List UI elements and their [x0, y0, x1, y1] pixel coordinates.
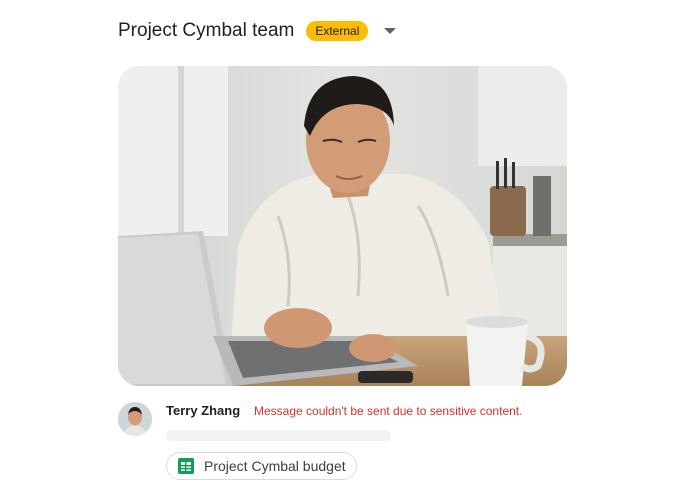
- avatar-image: [118, 402, 152, 436]
- sender-name: Terry Zhang: [166, 403, 241, 418]
- google-sheets-icon: [178, 458, 194, 474]
- space-title: Project Cymbal team: [118, 20, 295, 41]
- chat-header: Project Cymbal team External: [118, 16, 397, 46]
- hero-photo: [118, 66, 567, 386]
- external-badge: External: [306, 21, 369, 41]
- attachment-chip[interactable]: Project Cymbal budget: [166, 452, 357, 480]
- photo-illustration: [118, 66, 567, 386]
- user-avatar[interactable]: [118, 402, 152, 436]
- error-message: Message couldn't be sent due to sensitiv…: [254, 404, 523, 418]
- arrow-drop-down-icon[interactable]: [384, 28, 397, 34]
- message-placeholder: [166, 430, 391, 441]
- attachment-label: Project Cymbal budget: [204, 458, 346, 474]
